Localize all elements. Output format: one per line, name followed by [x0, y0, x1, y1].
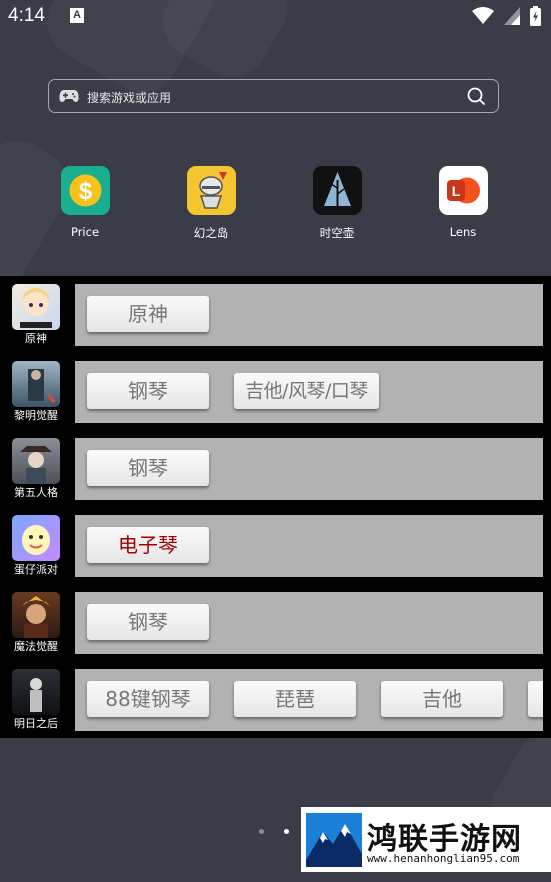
watermark-url: www.henanhonglian95.com: [367, 852, 520, 865]
game-instrument-panel: 原神 原神 黎明觉醒 钢琴 吉他/风琴/口琴 第五人格 钢琴 蛋仔派对 电子琴: [0, 276, 551, 738]
game-row-diwurenge: 第五人格 钢琴: [0, 430, 551, 500]
instrument-button[interactable]: 琵琶: [234, 681, 356, 717]
instrument-bar: 钢琴: [75, 438, 543, 500]
search-icon[interactable]: [467, 87, 486, 106]
tree-icon: [312, 166, 362, 215]
game-name: 黎明觉醒: [14, 409, 58, 422]
battery-charging-icon: [530, 6, 541, 26]
identity-v-icon[interactable]: [12, 438, 60, 484]
instrument-button[interactable]: 88键钢琴: [87, 681, 209, 717]
search-input[interactable]: 搜索游戏或应用: [48, 79, 499, 113]
game-name: 明日之后: [14, 717, 58, 730]
instrument-button[interactable]: 原神: [87, 296, 209, 332]
status-bar: 4:14 A: [0, 0, 551, 34]
instrument-button[interactable]: 钢琴: [87, 373, 209, 409]
gamepad-icon: [59, 90, 79, 102]
mountain-logo-icon: [306, 813, 362, 867]
dollar-icon: $: [60, 166, 110, 215]
genshin-icon[interactable]: [12, 284, 60, 330]
lens-icon: L: [438, 166, 488, 215]
app-label: 幻之岛: [193, 226, 229, 240]
watermark: 鸿联手游网 www.henanhonglian95.com: [301, 807, 551, 872]
instrument-bar: 钢琴: [75, 592, 543, 654]
app-shortcuts: $ Price 幻之岛 时空壶 L Lens: [0, 166, 551, 246]
page-indicator-dot: [259, 829, 264, 834]
app-label: 时空壶: [319, 226, 355, 240]
game-row-mingri: 明日之后 88键钢琴 琵琶 吉他: [0, 661, 551, 731]
dawn-awakening-icon[interactable]: [12, 361, 60, 407]
instrument-bar: 原神: [75, 284, 543, 346]
page-indicator-dot-active: [284, 829, 289, 834]
svg-text:$: $: [78, 178, 92, 205]
status-icons: [472, 6, 541, 26]
magic-awakening-icon[interactable]: [12, 592, 60, 638]
app-price[interactable]: $ Price: [45, 166, 125, 239]
instrument-button[interactable]: 钢琴: [87, 604, 209, 640]
game-name: 蛋仔派对: [14, 563, 58, 576]
accessibility-icon: A: [70, 8, 84, 23]
game-row-danzai: 蛋仔派对 电子琴: [0, 507, 551, 577]
instrument-bar: 钢琴 吉他/风琴/口琴: [75, 361, 543, 423]
eggy-party-icon[interactable]: [12, 515, 60, 561]
game-name: 第五人格: [14, 486, 58, 499]
instrument-bar: 88键钢琴 琵琶 吉他: [75, 669, 543, 731]
game-row-mofa: 魔法觉醒 钢琴: [0, 584, 551, 654]
knight-icon: [186, 166, 236, 215]
instrument-button[interactable]: 吉他/风琴/口琴: [234, 373, 379, 409]
search-placeholder: 搜索游戏或应用: [87, 91, 172, 105]
status-time: 4:14: [8, 5, 45, 26]
instrument-button[interactable]: 钢琴: [87, 450, 209, 486]
game-name: 魔法觉醒: [14, 640, 58, 653]
game-row-liming: 黎明觉醒 钢琴 吉他/风琴/口琴: [0, 353, 551, 423]
instrument-button[interactable]: 吉他: [381, 681, 503, 717]
instrument-button-partial[interactable]: [528, 681, 543, 717]
instrument-button-active[interactable]: 电子琴: [87, 527, 209, 563]
game-name: 原神: [25, 332, 47, 345]
app-lens[interactable]: L Lens: [423, 166, 503, 239]
app-huanzhidao[interactable]: 幻之岛: [171, 166, 251, 241]
lifeafter-icon[interactable]: [12, 669, 60, 715]
instrument-bar: 电子琴: [75, 515, 543, 577]
svg-text:L: L: [451, 183, 460, 199]
game-row-yuanshen: 原神 原神: [0, 276, 551, 346]
wifi-icon: [472, 7, 494, 24]
app-shikonghu[interactable]: 时空壶: [297, 166, 377, 241]
app-label: Price: [70, 225, 100, 239]
signal-icon: [504, 7, 520, 25]
app-label: Lens: [449, 225, 477, 239]
